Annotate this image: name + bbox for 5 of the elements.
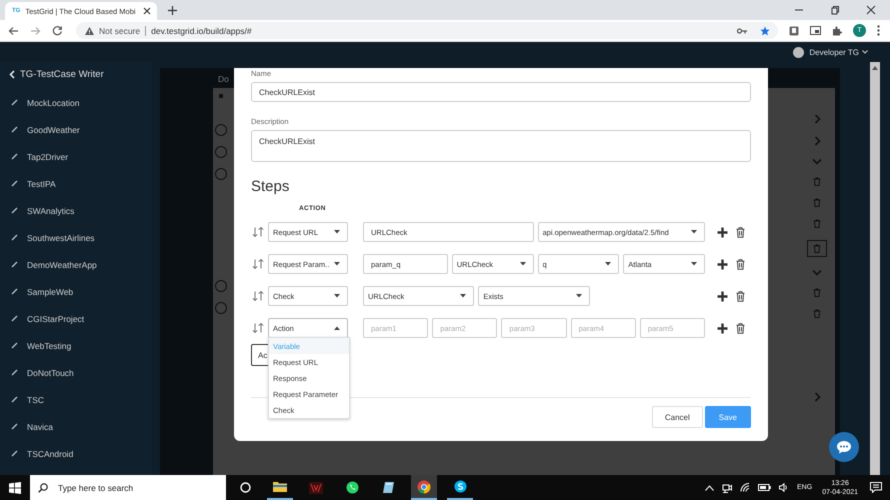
panel-title: Do: [217, 73, 229, 86]
steps-heading: Steps: [251, 178, 290, 197]
sidebar-title: TG-TestCase Writer: [20, 68, 104, 80]
url-text: dev.testgrid.io/build/apps/#: [151, 26, 252, 36]
security-label: Not secure: [99, 26, 140, 36]
